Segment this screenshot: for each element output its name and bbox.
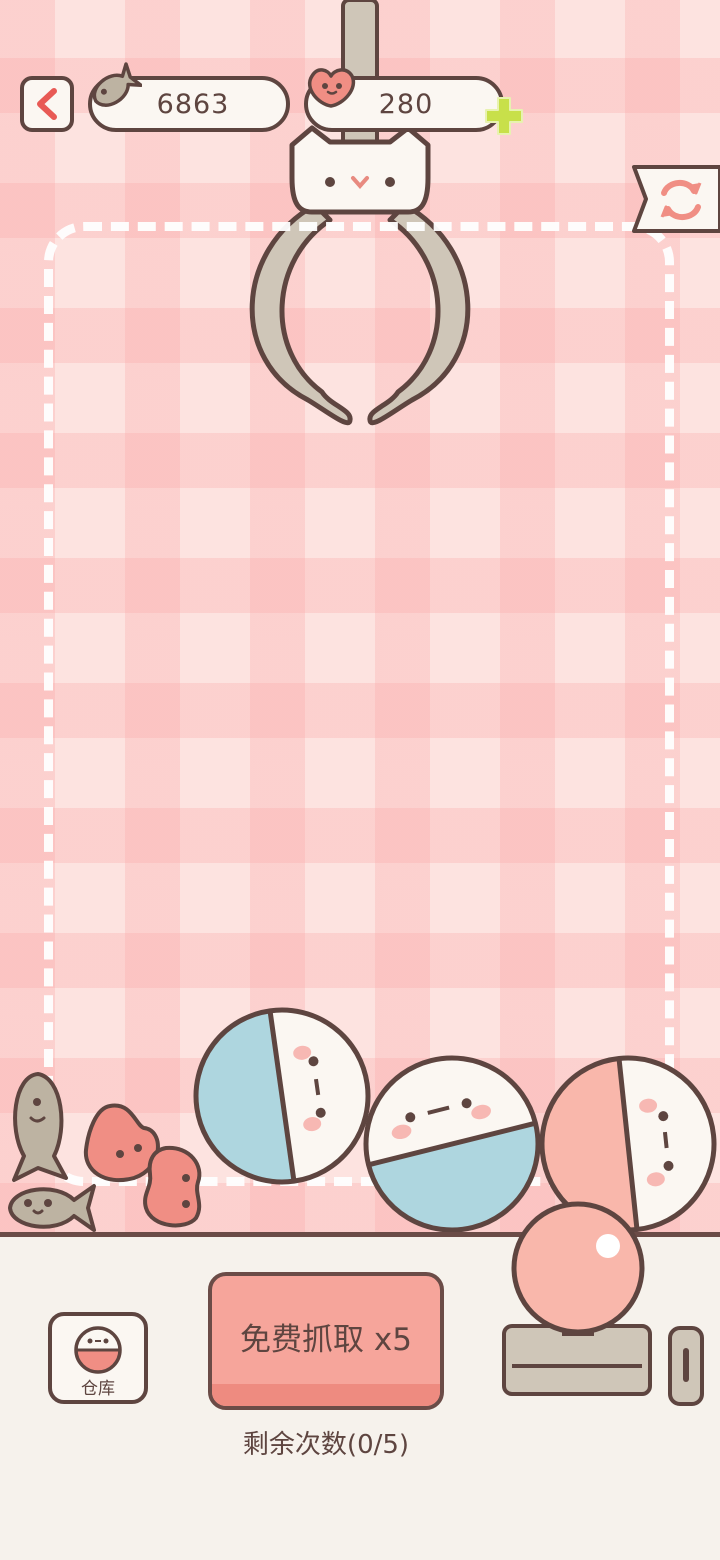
storage-label: 仓库 [81,1379,115,1399]
back-button[interactable] [20,76,74,132]
capsule-blue-left [190,1004,374,1188]
joystick[interactable] [498,1200,658,1400]
fish-icon [92,62,142,107]
bean-prize-2 [143,1145,202,1228]
bean-heart-icon [308,68,356,108]
remaining-attempts-text: 剩余次数(0/5) [242,1430,410,1460]
side-lever[interactable] [668,1326,704,1406]
fish-prize-lying [8,1184,96,1232]
heart-count: 280 [378,88,434,120]
chevron-left-icon [37,88,57,120]
plus-icon[interactable] [482,94,526,138]
claw-machine-play-area: 6863 280 [0,0,720,1238]
capsule-icon [74,1326,122,1374]
free-grab-label: 免费抓取 x5 [240,1321,412,1358]
storage-button[interactable]: 仓库 [48,1312,148,1404]
fish-count: 6863 [156,88,230,120]
free-grab-button[interactable]: 免费抓取 x5 [208,1272,444,1410]
fish-prize-upright [12,1072,68,1182]
refresh-button[interactable] [628,163,720,235]
